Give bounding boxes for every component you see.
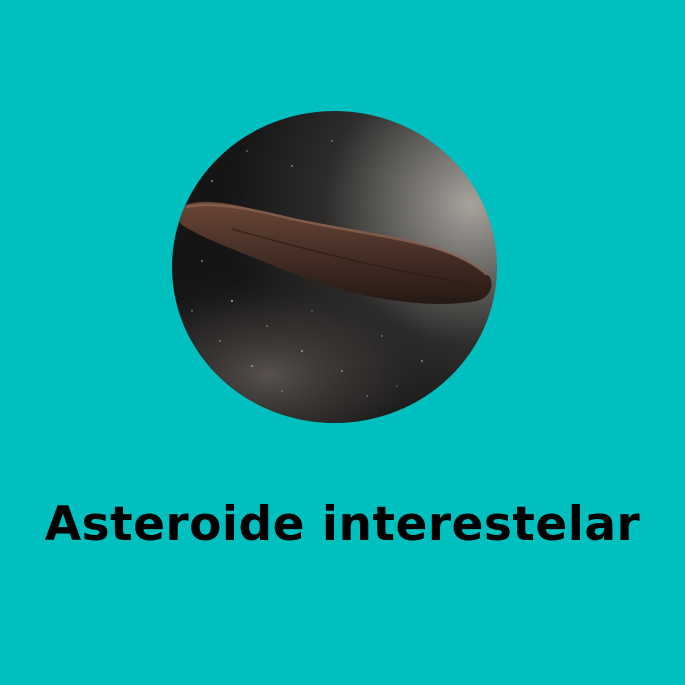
asteroid-illustration	[172, 111, 497, 423]
caption-title: Asteroide interestelar	[44, 497, 641, 552]
asteroid-card: Asteroide interestelar	[0, 0, 685, 685]
asteroid-illustration-svg	[172, 111, 497, 423]
